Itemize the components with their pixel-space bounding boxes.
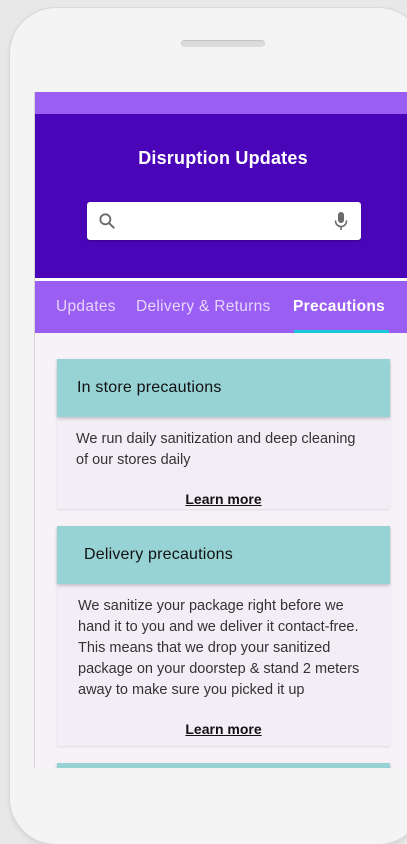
tab-delivery-returns[interactable]: Delivery & Returns <box>136 298 271 316</box>
card-header <box>57 763 390 768</box>
tab-updates[interactable]: Updates <box>56 298 116 316</box>
search-bar[interactable] <box>87 202 361 240</box>
mic-icon[interactable] <box>333 210 349 232</box>
card-partial <box>57 763 390 768</box>
card-title: Delivery precautions <box>84 546 233 563</box>
card-body: We sanitize your package right before we… <box>78 598 360 698</box>
tab-bar: Updates Delivery & Returns Precautions <box>35 281 407 333</box>
search-icon <box>99 213 115 229</box>
card-in-store-precautions: In store precautions We run daily saniti… <box>57 359 390 509</box>
app-screen: Disruption Updates Updates Delivery & Re… <box>34 92 407 768</box>
app-header: Disruption Updates <box>35 114 407 278</box>
phone-frame: Disruption Updates Updates Delivery & Re… <box>10 8 407 844</box>
learn-more-link[interactable]: Learn more <box>57 491 390 507</box>
card-delivery-precautions: Delivery precautions We sanitize your pa… <box>57 526 390 746</box>
tab-precautions[interactable]: Precautions <box>293 298 385 316</box>
card-title: In store precautions <box>77 379 222 396</box>
phone-speaker <box>181 40 265 47</box>
learn-more-link[interactable]: Learn more <box>57 721 390 737</box>
tab-indicator <box>294 330 389 333</box>
status-bar <box>35 92 407 114</box>
page-title: Disruption Updates <box>138 148 308 168</box>
card-header: Delivery precautions <box>57 526 390 584</box>
card-header: In store precautions <box>57 359 390 417</box>
card-body: We run daily sanitization and deep clean… <box>76 431 356 468</box>
search-input[interactable] <box>125 211 319 233</box>
